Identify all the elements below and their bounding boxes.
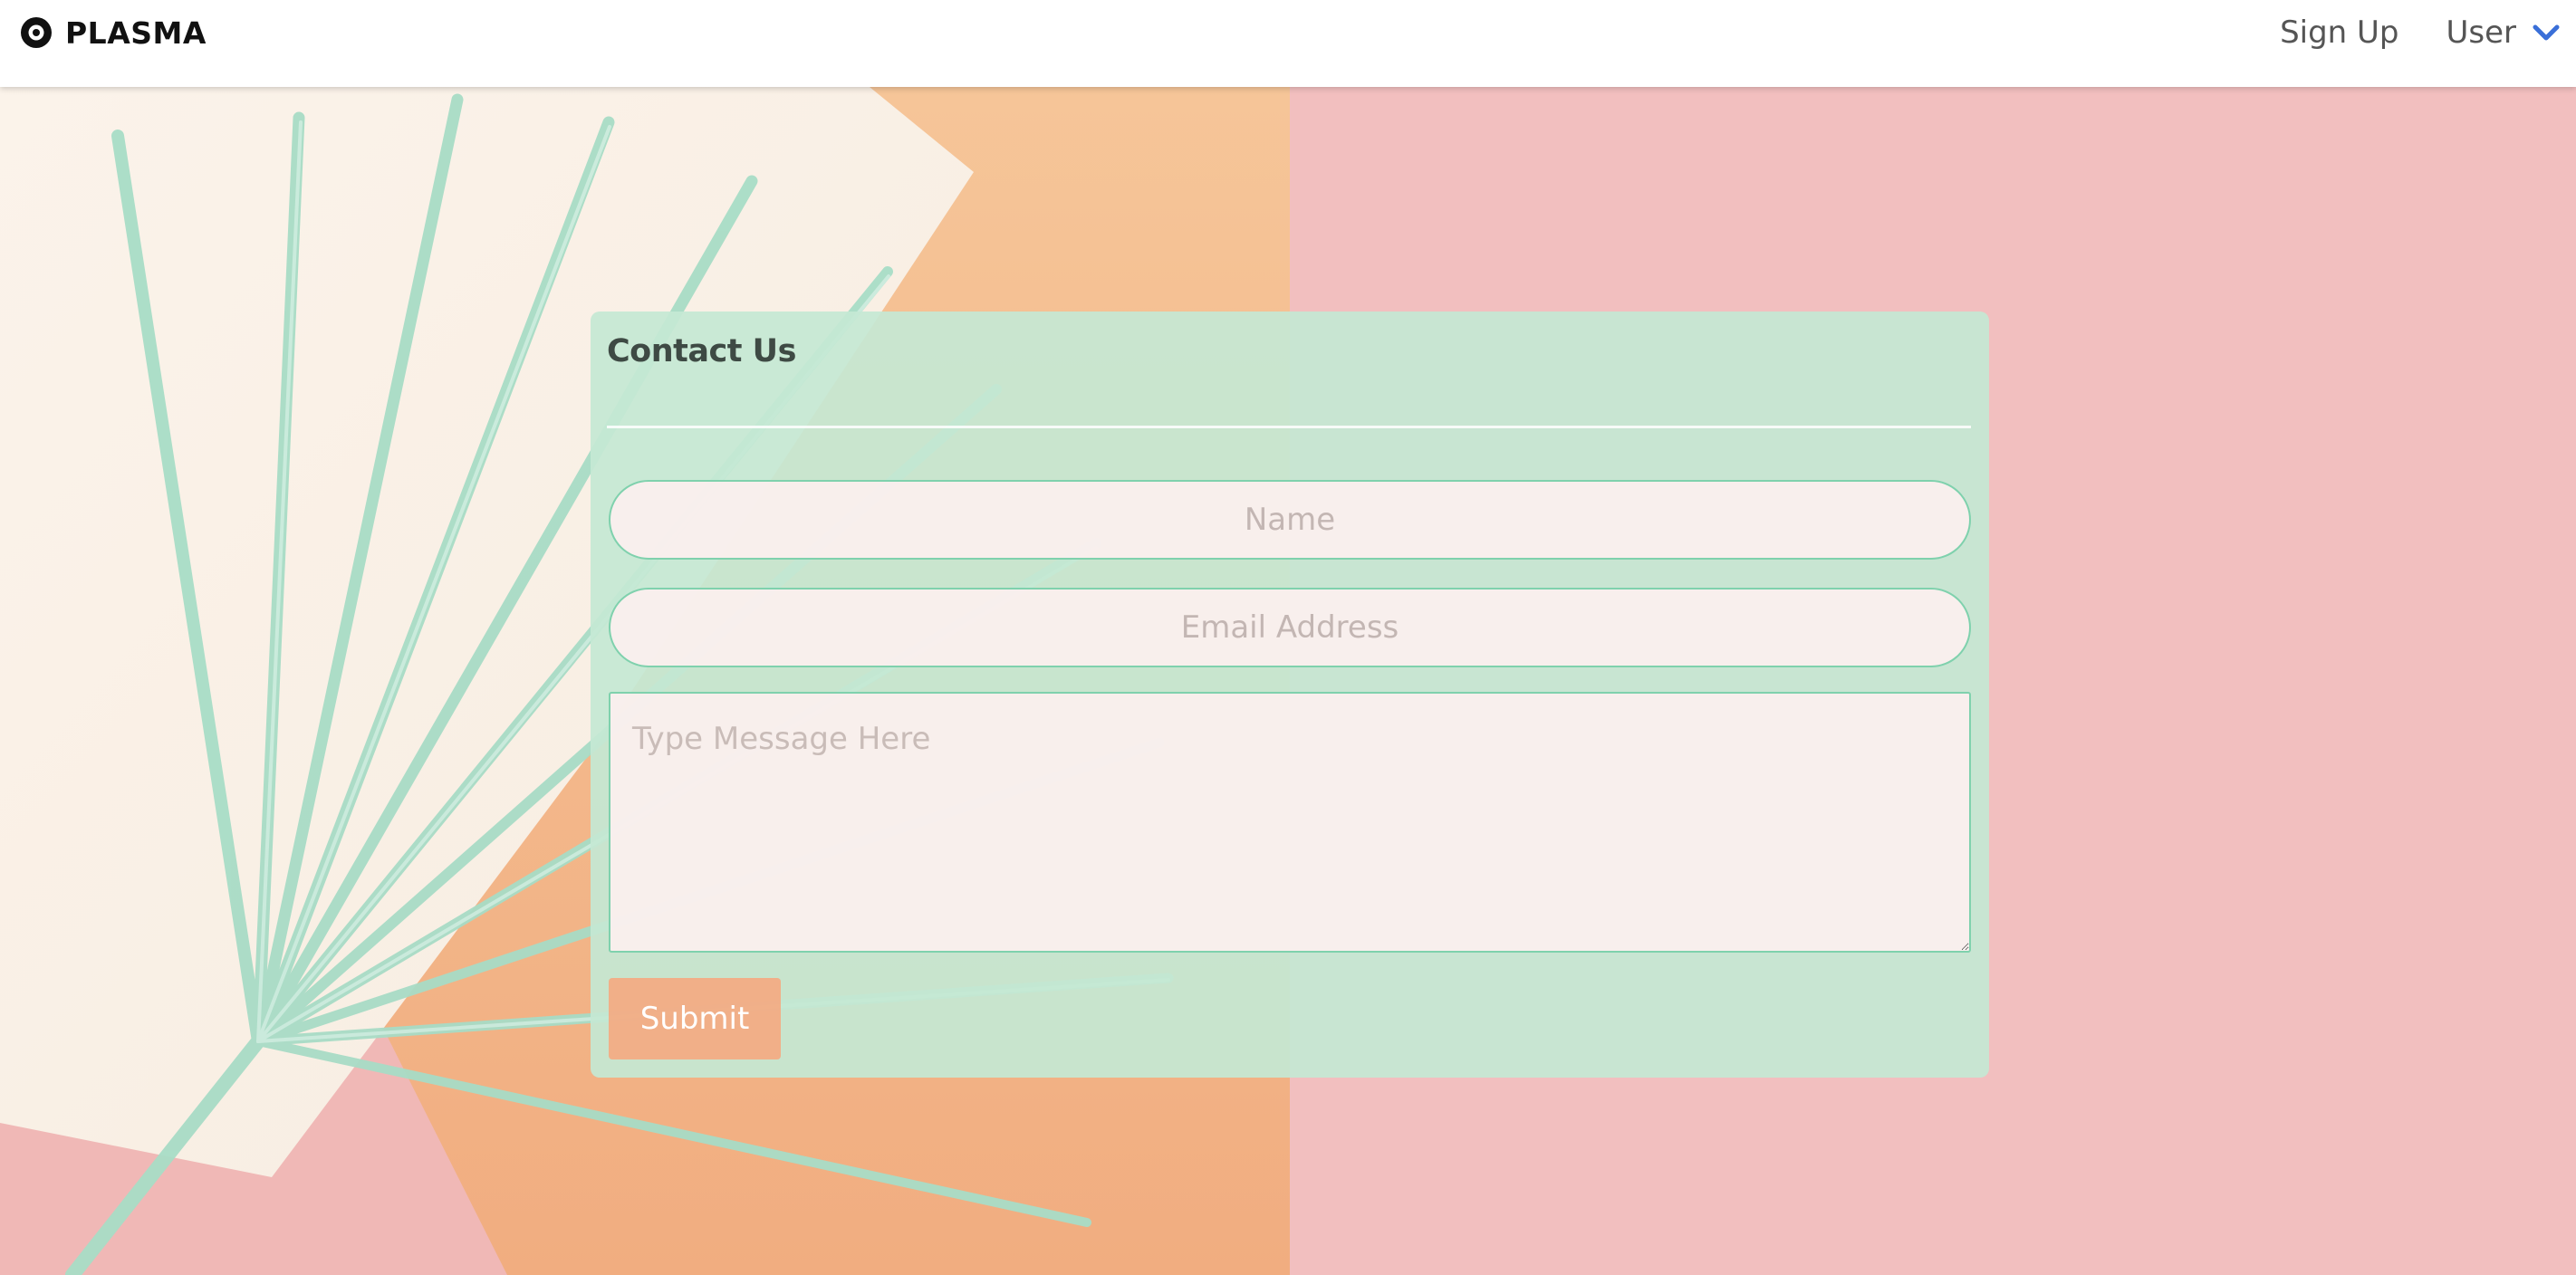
user-menu-label: User [2446, 14, 2517, 51]
email-input[interactable] [609, 588, 1971, 667]
submit-button[interactable]: Submit [609, 978, 781, 1059]
top-navbar: PLASMA Sign Up User [0, 0, 2576, 87]
user-menu-toggle[interactable]: User [2446, 14, 2561, 51]
nav-links: Sign Up User [2280, 13, 2560, 53]
name-input[interactable] [609, 480, 1971, 560]
sign-up-link[interactable]: Sign Up [2280, 14, 2398, 51]
title-divider [607, 426, 1971, 428]
brand-logo-link[interactable]: PLASMA [20, 14, 207, 51]
chevron-down-icon [2533, 24, 2560, 41]
contact-form-title: Contact Us [607, 333, 796, 369]
contact-form-card: Contact Us Submit [591, 312, 1989, 1078]
brand-name: PLASMA [65, 14, 207, 51]
vinyl-record-icon [21, 17, 52, 48]
message-textarea[interactable] [609, 692, 1971, 953]
